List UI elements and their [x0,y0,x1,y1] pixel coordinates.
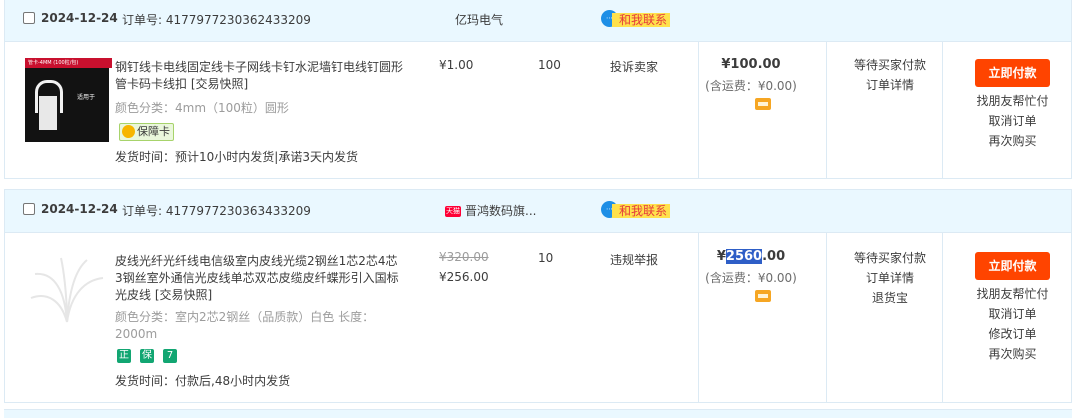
credit-card-icon[interactable] [755,98,771,110]
order-status: 等待买家付款 订单详情 退货宝 [825,248,955,308]
cancel-order-link[interactable]: 取消订单 [965,111,1060,131]
shop-name: 晋鸿数码旗... [465,204,537,218]
total-decimals: .00 [762,249,786,264]
tmall-icon: 天猫 [445,206,461,217]
unit-price: ¥1.00 [439,58,474,72]
order-card: 2024-12-24 订单号: 4177977230362433209 亿玛电气… [4,0,1072,179]
modify-order-link[interactable]: 修改订单 [965,324,1060,344]
postage-note: (含运费：¥0.00) [705,79,797,93]
product-title-link[interactable]: 钢钉线卡电线固定线卡子网线卡钉水泥墙钉电线钉圆形管卡码卡线扣 [交易快照] [115,59,405,93]
seven-day-return-icon[interactable]: 7 [163,349,177,363]
order-card: 2024-12-24 订单号: 4177977230363433209 天猫 晋鸿… [4,189,1072,403]
quantity: 10 [538,251,554,265]
product-title-link[interactable]: 皮线光纤光纤线电信级室内皮线光缆2钢丝1芯2芯4芯3钢丝室外通信光皮线单芯双芯皮… [115,253,405,304]
order-actions: 找朋友帮忙付 取消订单 修改订单 再次购买 [965,284,1060,364]
column-divider [698,41,699,178]
thumbnail-caption: 适用于 [77,94,96,101]
product-thumbnail[interactable]: 管卡-4MM (100粒/包) 适用于 [25,58,112,142]
column-divider [698,232,699,402]
guarantee-card-tag[interactable]: 保障卡 [119,123,174,141]
pay-now-button[interactable]: 立即付款 [975,252,1050,280]
ask-friend-pay-link[interactable]: 找朋友帮忙付 [965,91,1060,111]
report-violation-link[interactable]: 违规举报 [610,251,658,268]
status-text: 等待买家付款 [853,251,926,265]
product-sku: 颜色分类：4mm（100粒）圆形 [115,101,289,115]
guarantee-label: 保障卡 [137,125,170,138]
order-header: 2024-12-24 订单号: 4177977230362433209 亿玛电气… [5,0,1071,42]
product-sku: 颜色分类：室内2芯2钢丝（品质款）白色 长度：2000m [115,310,375,341]
return-insurance-link[interactable]: 退货宝 [825,288,955,308]
order-actions: 找朋友帮忙付 取消订单 再次购买 [965,91,1060,151]
order-select-checkbox[interactable] [23,203,35,215]
quantity: 100 [538,58,561,72]
pay-now-button[interactable]: 立即付款 [975,59,1050,87]
currency-symbol: ¥ [716,249,726,264]
cancel-order-link[interactable]: 取消订单 [965,304,1060,324]
product-thumbnail[interactable] [25,252,109,336]
fiber-cable-image [30,257,104,323]
complain-seller-link[interactable]: 投诉卖家 [610,58,658,75]
thumbnail-caption: 管卡-4MM (100粒/包) [25,58,112,68]
genuine-icon[interactable]: 正 [117,349,131,363]
order-status: 等待买家付款 订单详情 [825,55,955,95]
ship-time: 发货时间：付款后,48小时内发货 [115,374,291,388]
order-details-link[interactable]: 订单详情 [825,75,955,95]
postage-note: (含运费：¥0.00) [705,271,797,285]
order-number: 订单号: 4177977230363433209 [122,204,311,218]
guarantee-icon[interactable]: 保 [140,349,154,363]
order-select-checkbox[interactable] [23,12,35,24]
original-price: ¥320.00 [439,250,489,264]
shop-name-link[interactable]: 天猫 晋鸿数码旗... [445,202,536,219]
contact-label: 和我联系 [612,13,671,27]
credit-card-icon[interactable] [755,290,771,302]
order-date: 2024-12-24 [41,11,118,25]
buy-again-link[interactable]: 再次购买 [965,344,1060,364]
ship-time: 发货时间：预计10小时内发货|承诺3天内发货 [115,150,358,164]
shield-icon [122,125,135,138]
cable-clip-image [39,96,57,130]
unit-price: ¥256.00 [439,270,489,284]
order-date: 2024-12-24 [41,202,118,216]
shop-name-link[interactable]: 亿玛电气 [455,11,503,28]
order-total: ¥2560.00 [700,249,802,264]
ask-friend-pay-link[interactable]: 找朋友帮忙付 [965,284,1060,304]
order-number: 订单号: 4177977230362433209 [122,13,311,27]
contact-label: 和我联系 [612,204,671,218]
buy-again-link[interactable]: 再次购买 [965,131,1060,151]
order-details-link[interactable]: 订单详情 [825,268,955,288]
order-header: 2024-12-24 订单号: 4177977230363433209 天猫 晋鸿… [5,190,1071,233]
order-total: ¥100.00 [721,57,781,72]
selected-text: 2560 [725,249,763,264]
status-text: 等待买家付款 [853,58,926,72]
